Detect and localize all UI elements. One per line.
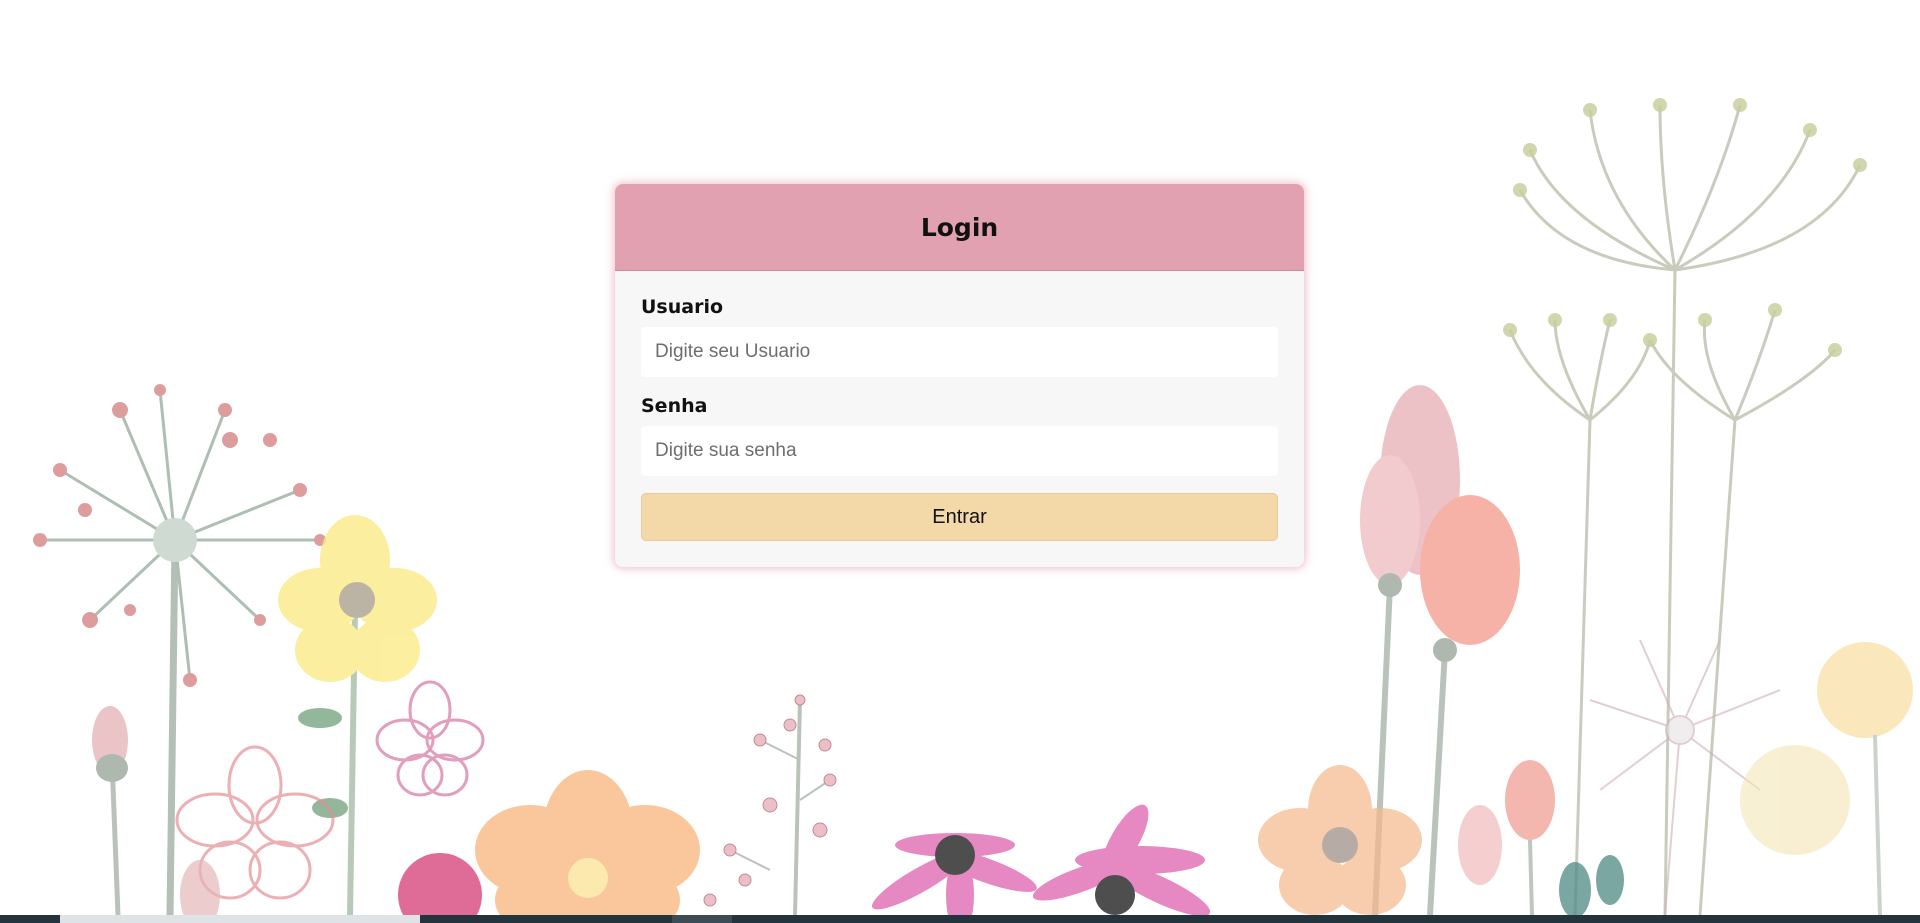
login-submit-button[interactable]: Entrar [641,493,1278,541]
login-page: Login Usuario Senha Entrar [0,0,1920,923]
login-card: Login Usuario Senha Entrar [615,184,1304,567]
umbel-buds [1503,98,1867,357]
peach-flower [1258,765,1422,915]
username-input[interactable] [641,327,1278,377]
coral-buds [1458,760,1624,918]
taskbar-search-field[interactable] [60,915,420,923]
orange-flower [475,770,700,923]
username-label: Usuario [641,296,724,318]
taskbar-app-icon[interactable] [672,915,732,923]
login-card-header: Login [615,184,1304,271]
password-label: Senha [641,395,708,417]
tulip-bud-left [92,706,128,916]
berry-stem [703,694,837,916]
login-form-body: Usuario Senha Entrar [615,271,1304,541]
small-pink-flower [375,680,485,797]
yellow-puffs [1740,642,1913,916]
username-field-group: Usuario [641,295,1278,377]
login-title: Login [920,212,999,242]
password-field-group: Senha [641,394,1278,476]
yellow-flower [278,515,437,916]
dandelion-left [33,384,326,916]
taskbar [0,915,1920,923]
password-input[interactable] [641,426,1278,476]
pink-daisy [871,804,1211,923]
rose-flower [398,853,482,923]
